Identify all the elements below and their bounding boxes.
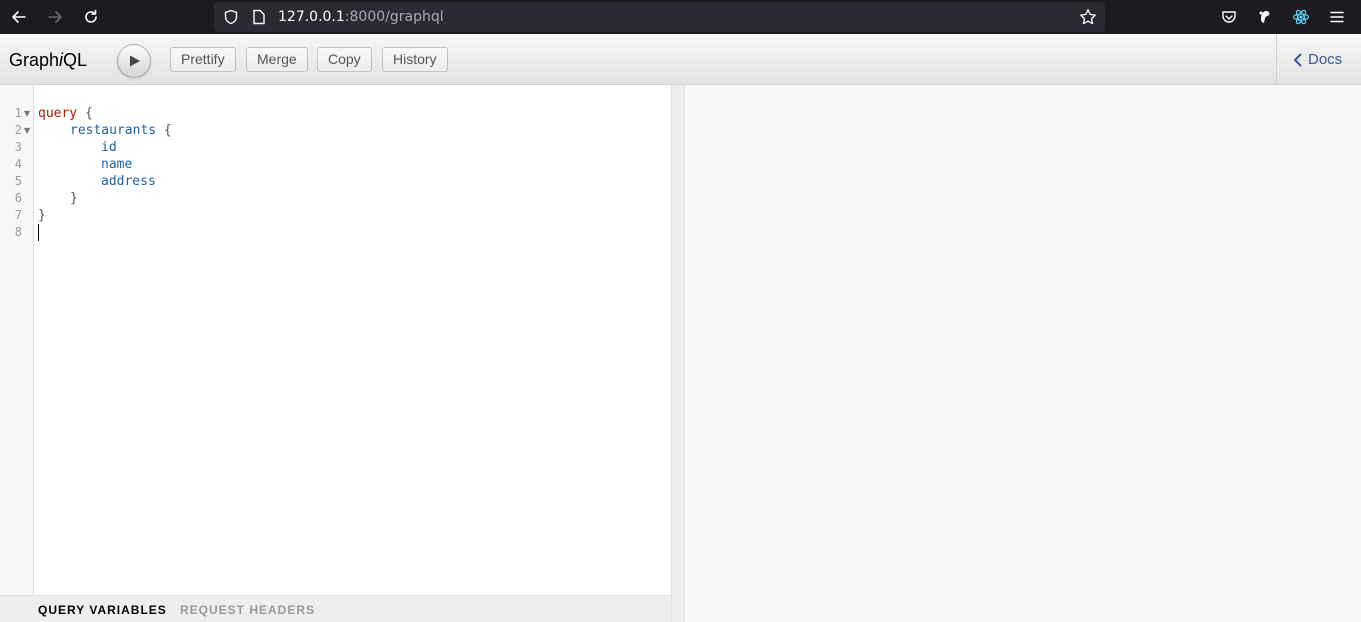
field-name: name	[101, 157, 133, 172]
code-line: }	[70, 190, 78, 207]
chevron-left-icon	[1294, 53, 1302, 66]
code-line: restaurants {	[70, 122, 172, 139]
browser-toolbar: 127.0.0.1:8000/graphql	[0, 0, 1361, 34]
variables-bar: Query Variables Request Headers	[0, 595, 671, 622]
result-pane[interactable]	[685, 85, 1361, 622]
code-line: address	[101, 173, 156, 190]
logo-suffix: QL	[63, 50, 88, 70]
line-number: 7	[14, 208, 22, 222]
reload-icon[interactable]	[79, 6, 103, 28]
text-cursor	[38, 224, 39, 241]
logo-prefix: Graph	[9, 50, 60, 70]
docs-label: Docs	[1308, 51, 1343, 68]
copy-button[interactable]: Copy	[317, 47, 372, 72]
fold-arrow-icon[interactable]: ▼	[24, 122, 30, 139]
back-arrow-icon[interactable]	[7, 6, 31, 28]
url-host: 127.0.0.1	[278, 9, 345, 25]
line-number: 6	[14, 191, 22, 205]
field-address: address	[101, 174, 156, 189]
docs-button[interactable]: Docs	[1293, 51, 1342, 68]
prettify-button[interactable]: Prettify	[170, 47, 236, 72]
extension-gnome-icon[interactable]	[1254, 6, 1276, 28]
page-icon[interactable]	[250, 8, 268, 26]
editor-divider[interactable]	[671, 85, 685, 622]
graphiql-logo: GraphiQL	[9, 50, 87, 71]
url-path: :8000/graphql	[344, 9, 444, 25]
merge-button[interactable]: Merge	[246, 47, 308, 72]
docs-panel-toggle: Docs	[1276, 34, 1361, 84]
fold-arrow-icon[interactable]: ▼	[24, 105, 30, 122]
brace-close: }	[38, 208, 46, 223]
react-devtools-icon[interactable]	[1290, 6, 1312, 28]
brace-open: {	[77, 106, 93, 121]
keyword-query: query	[38, 106, 78, 121]
code-line: id	[101, 139, 117, 156]
line-number: 2	[14, 123, 22, 137]
line-number: 3	[14, 140, 22, 154]
code-line: }	[38, 207, 46, 224]
hamburger-menu-icon[interactable]	[1326, 6, 1348, 28]
field-id: id	[101, 140, 117, 155]
execute-query-button[interactable]	[117, 44, 151, 78]
code-line: query {	[38, 105, 93, 122]
play-icon	[130, 55, 140, 67]
url-text: 127.0.0.1:8000/graphql	[278, 9, 444, 25]
tab-query-variables[interactable]: Query Variables	[38, 603, 167, 617]
line-number: 1	[14, 106, 22, 120]
field-restaurants: restaurants	[70, 123, 157, 138]
query-editor[interactable]: 1 ▼ 2 ▼ 3 4 5 6 7 8 query { restaurants …	[0, 85, 671, 595]
line-gutter: 1 ▼ 2 ▼ 3 4 5 6 7 8	[0, 85, 34, 595]
address-bar[interactable]: 127.0.0.1:8000/graphql	[214, 2, 1105, 32]
shield-icon[interactable]	[222, 8, 240, 26]
brace-close: }	[70, 191, 78, 206]
graphiql-toolbar: GraphiQL Prettify Merge Copy History Doc…	[0, 34, 1361, 85]
code-line: name	[101, 156, 132, 173]
line-number: 4	[14, 157, 22, 171]
pocket-icon[interactable]	[1218, 6, 1240, 28]
tab-request-headers[interactable]: Request Headers	[180, 603, 315, 617]
line-number: 5	[14, 174, 22, 188]
brace-open: {	[156, 123, 172, 138]
line-number: 8	[14, 225, 22, 239]
forward-arrow-icon[interactable]	[43, 6, 67, 28]
history-button[interactable]: History	[382, 47, 448, 72]
bookmark-star-icon[interactable]	[1079, 8, 1097, 26]
